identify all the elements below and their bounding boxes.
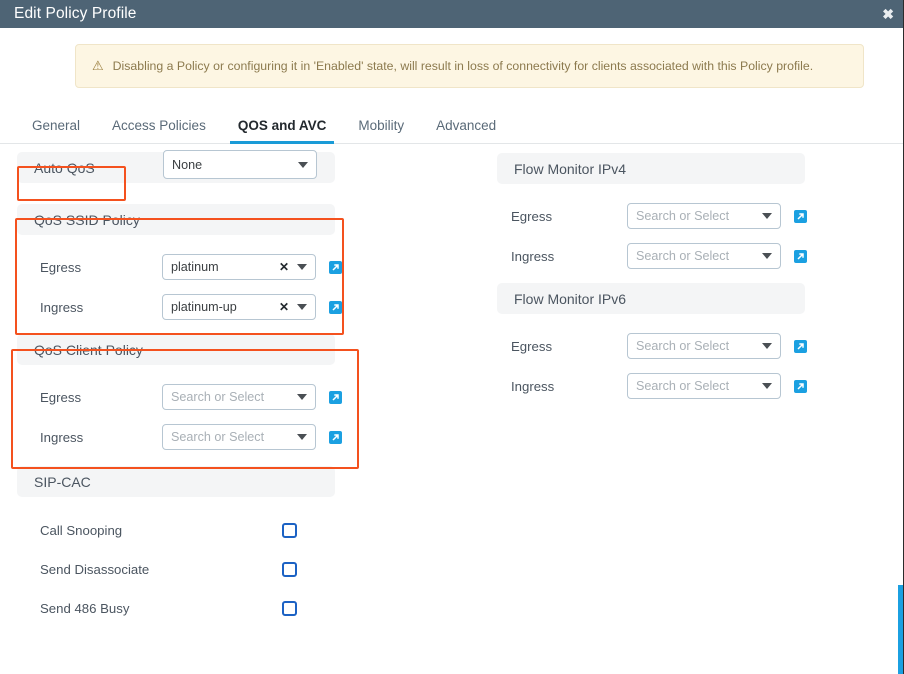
flow-monitor-ipv4-section: Flow Monitor IPv4 Egress Search or Selec… bbox=[497, 153, 807, 276]
chevron-down-icon bbox=[297, 394, 307, 400]
qos-client-policy-title-text: QoS Client Policy bbox=[34, 341, 143, 358]
warning-banner-text: Disabling a Policy or configuring it in … bbox=[112, 59, 814, 73]
flow-monitor-ipv6-title: Flow Monitor IPv6 bbox=[497, 283, 805, 314]
qos-ssid-policy-title-text: QoS SSID Policy bbox=[34, 211, 140, 228]
fm-ipv4-egress-row: Egress Search or Select bbox=[497, 196, 807, 236]
call-snooping-row: Call Snooping bbox=[17, 511, 335, 550]
fm-ipv6-ingress-select[interactable]: Search or Select bbox=[627, 373, 781, 399]
qos-ssid-egress-select[interactable]: platinum ✕ bbox=[162, 254, 316, 280]
window-titlebar: Edit Policy Profile ✖ bbox=[0, 0, 904, 28]
fm-ipv6-egress-value: Search or Select bbox=[636, 339, 730, 353]
warning-banner: ⚠ Disabling a Policy or configuring it i… bbox=[75, 44, 864, 88]
external-link-icon[interactable] bbox=[794, 379, 807, 393]
auto-qos-label: Auto QoS bbox=[34, 159, 95, 176]
qos-client-policy-section: QoS Client Policy Egress Search or Selec… bbox=[17, 334, 342, 457]
qos-client-egress-select[interactable]: Search or Select bbox=[162, 384, 316, 410]
clear-icon[interactable]: ✕ bbox=[279, 301, 289, 313]
send-486-busy-label: Send 486 Busy bbox=[40, 601, 130, 616]
qos-ssid-egress-row: Egress platinum ✕ bbox=[17, 247, 342, 287]
call-snooping-checkbox[interactable] bbox=[282, 523, 297, 538]
sip-cac-title: SIP-CAC bbox=[17, 466, 335, 497]
sip-cac-title-text: SIP-CAC bbox=[34, 473, 91, 490]
qos-ssid-policy-title: QoS SSID Policy bbox=[17, 204, 335, 235]
tab-access-policies[interactable]: Access Policies bbox=[96, 118, 222, 143]
fm-ipv4-egress-label: Egress bbox=[511, 208, 553, 224]
tab-advanced[interactable]: Advanced bbox=[420, 118, 512, 143]
external-link-icon[interactable] bbox=[329, 430, 342, 444]
tab-mobility[interactable]: Mobility bbox=[342, 118, 420, 143]
tab-qos-and-avc[interactable]: QOS and AVC bbox=[222, 118, 343, 144]
fm-ipv4-ingress-value: Search or Select bbox=[636, 249, 730, 263]
warning-icon: ⚠ bbox=[92, 58, 104, 73]
qos-ssid-egress-value: platinum bbox=[171, 260, 219, 274]
qos-ssid-ingress-value: platinum-up bbox=[171, 300, 237, 314]
tab-bar: General Access Policies QOS and AVC Mobi… bbox=[0, 108, 904, 144]
send-disassociate-checkbox[interactable] bbox=[282, 562, 297, 577]
qos-ssid-ingress-row: Ingress platinum-up ✕ bbox=[17, 287, 342, 327]
chevron-down-icon bbox=[297, 264, 307, 270]
qos-client-ingress-label: Ingress bbox=[40, 429, 84, 445]
chevron-down-icon bbox=[762, 253, 772, 259]
flow-monitor-ipv6-section: Flow Monitor IPv6 Egress Search or Selec… bbox=[497, 283, 807, 406]
send-486-busy-row: Send 486 Busy bbox=[17, 589, 335, 628]
qos-client-ingress-select[interactable]: Search or Select bbox=[162, 424, 316, 450]
chevron-down-icon bbox=[762, 213, 772, 219]
flow-monitor-ipv4-title-text: Flow Monitor IPv4 bbox=[514, 160, 627, 177]
chevron-down-icon bbox=[297, 434, 307, 440]
close-icon[interactable]: ✖ bbox=[882, 7, 894, 21]
chevron-down-icon bbox=[298, 161, 308, 168]
left-column: Auto QoS None QoS SSID Policy Egress pla… bbox=[0, 144, 430, 616]
qos-client-egress-row: Egress Search or Select bbox=[17, 377, 342, 417]
fm-ipv6-ingress-value: Search or Select bbox=[636, 379, 730, 393]
external-link-icon[interactable] bbox=[329, 390, 342, 404]
fm-ipv6-egress-row: Egress Search or Select bbox=[497, 326, 807, 366]
qos-ssid-egress-label: Egress bbox=[40, 259, 82, 275]
flow-monitor-ipv6-title-text: Flow Monitor IPv6 bbox=[514, 290, 627, 307]
sip-cac-section: SIP-CAC Call Snooping Send Disassociate … bbox=[17, 466, 335, 628]
fm-ipv6-ingress-label: Ingress bbox=[511, 378, 555, 394]
qos-ssid-ingress-select[interactable]: platinum-up ✕ bbox=[162, 294, 316, 320]
external-link-icon[interactable] bbox=[329, 260, 342, 274]
qos-client-ingress-value: Search or Select bbox=[171, 430, 265, 444]
external-link-icon[interactable] bbox=[794, 249, 807, 263]
fm-ipv4-ingress-label: Ingress bbox=[511, 248, 555, 264]
chevron-down-icon bbox=[297, 304, 307, 310]
fm-ipv4-egress-select[interactable]: Search or Select bbox=[627, 203, 781, 229]
fm-ipv4-ingress-row: Ingress Search or Select bbox=[497, 236, 807, 276]
send-disassociate-label: Send Disassociate bbox=[40, 562, 150, 577]
external-link-icon[interactable] bbox=[329, 300, 342, 314]
window-title: Edit Policy Profile bbox=[14, 5, 137, 23]
qos-client-egress-label: Egress bbox=[40, 389, 82, 405]
qos-and-avc-panel: Auto QoS None QoS SSID Policy Egress pla… bbox=[0, 144, 904, 616]
call-snooping-label: Call Snooping bbox=[40, 523, 123, 538]
qos-ssid-ingress-label: Ingress bbox=[40, 299, 84, 315]
auto-qos-select-value: None bbox=[172, 157, 203, 172]
fm-ipv6-egress-select[interactable]: Search or Select bbox=[627, 333, 781, 359]
send-disassociate-row: Send Disassociate bbox=[17, 550, 335, 589]
qos-client-policy-title: QoS Client Policy bbox=[17, 334, 335, 365]
warning-banner-wrapper: ⚠ Disabling a Policy or configuring it i… bbox=[0, 28, 904, 88]
auto-qos-row: Auto QoS None bbox=[0, 150, 430, 192]
fm-ipv4-ingress-select[interactable]: Search or Select bbox=[627, 243, 781, 269]
auto-qos-select[interactable]: None bbox=[163, 150, 317, 179]
chevron-down-icon bbox=[762, 383, 772, 389]
external-link-icon[interactable] bbox=[794, 339, 807, 353]
external-link-icon[interactable] bbox=[794, 209, 807, 223]
clear-icon[interactable]: ✕ bbox=[279, 261, 289, 273]
qos-ssid-policy-section: QoS SSID Policy Egress platinum ✕ Ingres… bbox=[17, 204, 342, 327]
fm-ipv4-egress-value: Search or Select bbox=[636, 209, 730, 223]
chevron-down-icon bbox=[762, 343, 772, 349]
fm-ipv6-egress-label: Egress bbox=[511, 338, 553, 354]
qos-client-ingress-row: Ingress Search or Select bbox=[17, 417, 342, 457]
qos-client-egress-value: Search or Select bbox=[171, 390, 265, 404]
send-486-busy-checkbox[interactable] bbox=[282, 601, 297, 616]
tab-general[interactable]: General bbox=[16, 118, 96, 143]
flow-monitor-ipv4-title: Flow Monitor IPv4 bbox=[497, 153, 805, 184]
fm-ipv6-ingress-row: Ingress Search or Select bbox=[497, 366, 807, 406]
